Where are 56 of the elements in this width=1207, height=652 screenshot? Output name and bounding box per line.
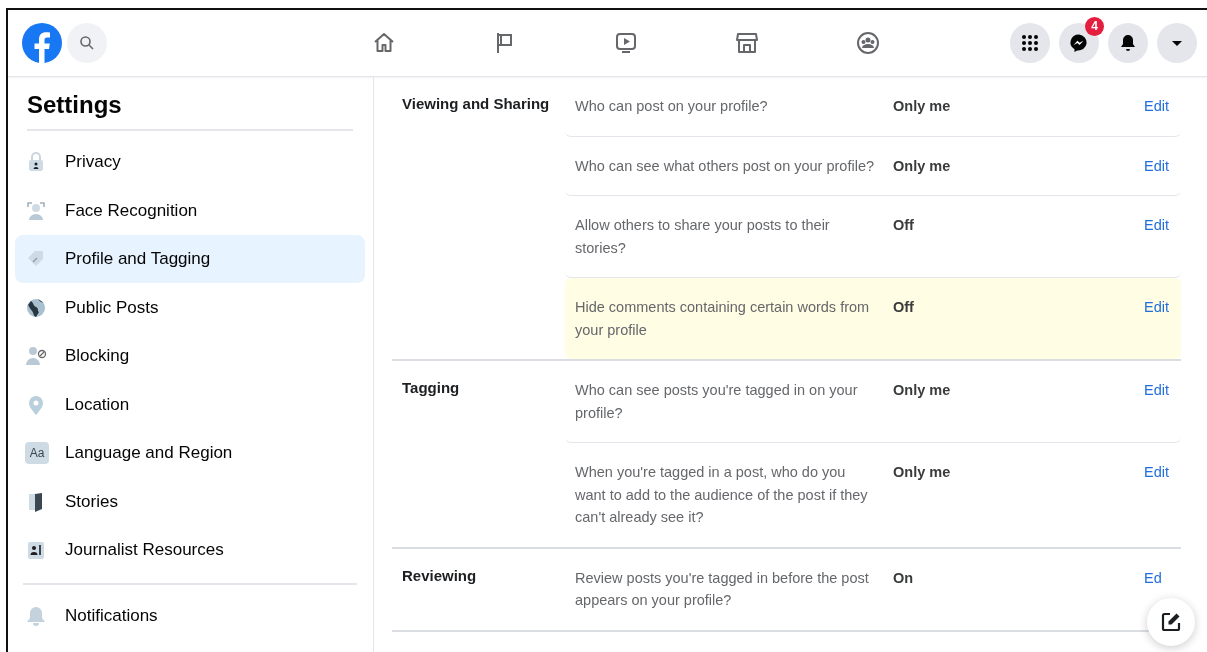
messenger-button[interactable] [1059, 23, 1099, 63]
settings-title: Settings [27, 77, 353, 131]
setting-value: Off [893, 298, 915, 317]
setting-value: Only me [893, 463, 952, 482]
bell-icon [25, 604, 47, 627]
compose-button[interactable] [1147, 598, 1195, 646]
sidebar-item[interactable]: Aa Language and Region [15, 429, 365, 477]
edit-link[interactable]: Edit [1144, 299, 1169, 315]
setting-value: Only me [893, 97, 952, 116]
face-icon [25, 199, 47, 222]
compose-icon [1161, 612, 1181, 632]
caret-icon [1172, 40, 1182, 46]
sidebar-item[interactable]: Privacy [15, 138, 365, 186]
sidebar-item[interactable]: Blocking [15, 332, 365, 380]
setting-value: On [893, 568, 915, 588]
sidebar-item[interactable]: Journalist Resources [15, 526, 365, 574]
sidebar-item[interactable]: Profile and Tagging [15, 235, 365, 283]
setting-question: Who can see posts you're tagged in on your profile? [575, 381, 859, 423]
section-title: Tagging [401, 378, 461, 398]
edit-link[interactable]: Edit [1144, 157, 1169, 174]
edit-link[interactable]: Edit [1144, 464, 1169, 480]
edit-link[interactable]: Ed [1144, 569, 1162, 586]
setting-question: Who can post on your profile? [575, 97, 769, 116]
edit-link[interactable]: Edit [1144, 98, 1169, 114]
setting-question: When you're tagged in a post, who do you want to add to the audience of the post if they can't already see it? [575, 463, 869, 527]
setting-value: Only me [893, 156, 952, 176]
section-title: Viewing and Sharing [401, 94, 551, 114]
edit-link[interactable]: Edit [1144, 382, 1169, 398]
store-icon [733, 30, 760, 56]
setting-value: Only me [893, 381, 952, 400]
sidebar-item[interactable]: Notifications [15, 591, 365, 640]
edit-link[interactable]: Edit [1144, 217, 1169, 233]
block-icon [25, 345, 47, 367]
notifications-button[interactable] [1108, 23, 1148, 63]
setting-question: Review posts you're tagged in before the post appears on your profile? [575, 568, 870, 610]
sidebar-item[interactable]: Stories [15, 477, 365, 526]
setting-question: Hide comments containing certain words from your profile [575, 298, 871, 340]
sidebar-item[interactable]: Public Posts [15, 283, 365, 332]
messenger-icon [1069, 33, 1089, 53]
globe-icon [25, 296, 47, 319]
bell-icon [1118, 33, 1138, 53]
menu-button[interactable] [1010, 23, 1050, 63]
groups-icon [854, 30, 881, 56]
search-button[interactable] [67, 23, 107, 63]
section-title: Reviewing [401, 565, 478, 586]
search-icon [79, 35, 95, 51]
notification-badge: 4 [1085, 17, 1104, 36]
menu-icon [1020, 33, 1040, 53]
logo-icon[interactable] [22, 23, 62, 63]
setting-value: Off [893, 216, 915, 235]
text-size-icon: Aa [25, 442, 49, 464]
sidebar-item[interactable]: Face Recognition [15, 186, 365, 235]
sidebar-item[interactable]: Location [15, 380, 365, 429]
badge-icon [25, 539, 47, 561]
setting-question: Who can see what others post on your profile? [575, 156, 876, 176]
setting-question: Allow others to share your posts to their stories? [575, 216, 831, 258]
